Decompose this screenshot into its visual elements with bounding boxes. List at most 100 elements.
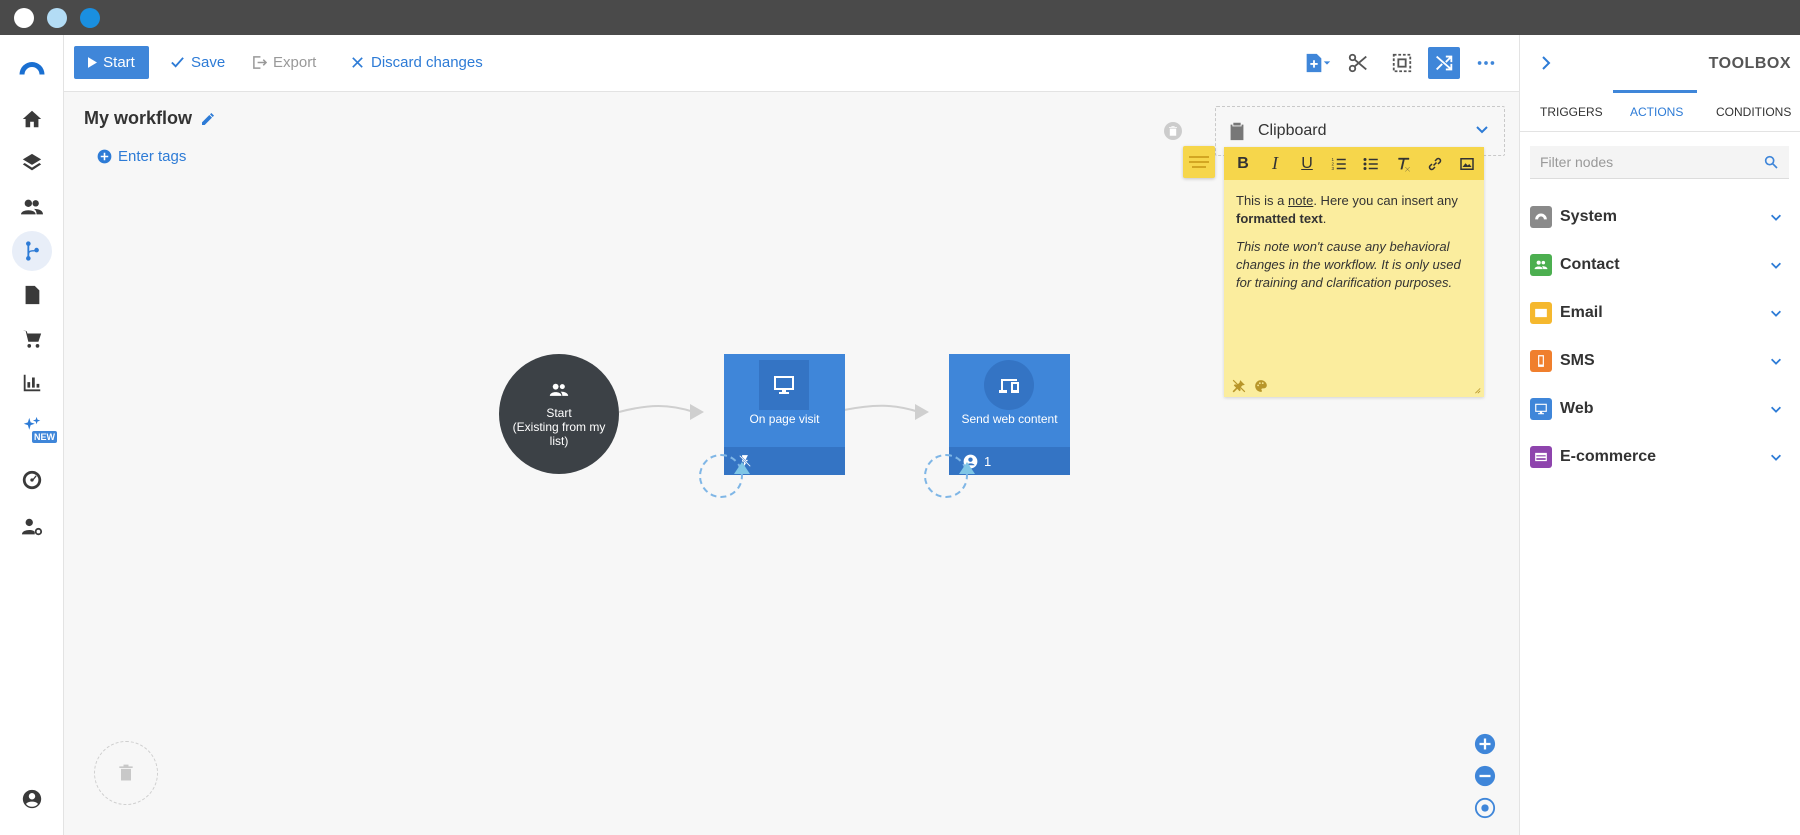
sticky-note[interactable]: B I U 123 This is a note. Here you can i… [1224, 147, 1484, 397]
discard-changes-button[interactable]: Discard changes [350, 46, 483, 79]
dashboard-gauge-icon[interactable] [12, 460, 52, 500]
tab-triggers[interactable]: TRIGGERS [1540, 92, 1603, 132]
add-circle-icon [97, 149, 112, 164]
contact-icon [1530, 254, 1552, 276]
chevron-down-icon[interactable] [1474, 121, 1490, 137]
note-text-mid: . Here you can insert any [1313, 193, 1458, 208]
category-email[interactable]: Email [1530, 298, 1789, 328]
on-page-visit-node[interactable]: On page visit [724, 354, 845, 475]
palette-icon[interactable] [1254, 379, 1268, 393]
devices-icon [999, 379, 1019, 393]
play-icon [88, 57, 98, 68]
link-icon[interactable] [1422, 151, 1448, 177]
tab-conditions[interactable]: CONDITIONS [1716, 92, 1791, 132]
credit-card-icon [1530, 446, 1552, 468]
contacts-icon[interactable] [12, 187, 52, 227]
add-note-dropdown-icon[interactable] [1320, 47, 1334, 79]
start-button[interactable]: Start [74, 46, 149, 79]
export-button[interactable]: Export [252, 46, 316, 79]
toolbox-tabs: TRIGGERS ACTIONS CONDITIONS [1520, 90, 1800, 132]
start-node-line2: (Existing from my [512, 420, 606, 434]
group-icon [549, 383, 569, 396]
account-icon[interactable] [12, 779, 52, 819]
export-icon [253, 56, 267, 69]
workflow-title-text: My workflow [84, 108, 193, 128]
category-system[interactable]: System [1530, 202, 1789, 232]
category-label: Contact [1560, 256, 1620, 273]
svg-text:3: 3 [1332, 166, 1335, 171]
workflow-title: My workflow [84, 108, 216, 129]
check-icon [171, 57, 184, 68]
window-close-dot[interactable] [14, 8, 34, 28]
bold-icon[interactable]: B [1230, 151, 1256, 177]
category-sms[interactable]: SMS [1530, 346, 1789, 376]
image-icon[interactable] [1454, 151, 1480, 177]
zoom-out-icon[interactable] [1474, 765, 1496, 787]
underline-icon[interactable]: U [1294, 151, 1320, 177]
select-area-icon[interactable] [1386, 47, 1418, 79]
home-icon[interactable] [12, 99, 52, 139]
chevron-down-icon [1771, 358, 1781, 365]
pin-off-icon[interactable] [1232, 379, 1246, 393]
save-button-label: Save [191, 54, 226, 71]
chevron-down-icon [1771, 262, 1781, 269]
ai-sparkles-icon[interactable]: NEW [12, 407, 57, 447]
user-settings-icon[interactable] [12, 507, 52, 547]
window-maximize-dot[interactable] [80, 8, 100, 28]
window-titlebar [0, 0, 1800, 35]
contact-count: 1 [984, 453, 992, 469]
start-node[interactable]: Start (Existing from my list) [499, 354, 619, 474]
layers-icon[interactable] [12, 143, 52, 183]
search-icon[interactable] [1763, 154, 1779, 170]
note-delete-icon[interactable] [1164, 122, 1182, 140]
more-options-icon[interactable] [1470, 47, 1502, 79]
node-icon-bg [759, 360, 809, 410]
category-web[interactable]: Web [1530, 394, 1789, 424]
sms-phone-icon [1530, 350, 1552, 372]
workflow-canvas[interactable]: My workflow Enter tags Clipboard Start (… [64, 92, 1519, 835]
send-web-content-node[interactable]: Send web content 1 [949, 354, 1070, 475]
italic-icon[interactable]: I [1262, 151, 1288, 177]
note-italic-text: This note won't cause any behavioral cha… [1236, 239, 1461, 290]
discard-changes-label: Discard changes [371, 54, 483, 71]
window-minimize-dot[interactable] [47, 8, 67, 28]
trash-icon [119, 764, 133, 781]
on-page-visit-label: On page visit [749, 412, 820, 426]
send-web-content-label: Send web content [961, 412, 1058, 426]
category-label: E-commerce [1560, 448, 1657, 465]
clipboard-label: Clipboard [1258, 122, 1327, 139]
center-view-icon[interactable] [1474, 797, 1496, 819]
enter-tags-button[interactable]: Enter tags [97, 148, 186, 165]
analytics-icon[interactable] [12, 363, 52, 403]
save-button[interactable]: Save [170, 46, 225, 79]
workflows-icon[interactable] [12, 231, 52, 271]
zoom-in-icon[interactable] [1474, 733, 1496, 755]
documents-icon[interactable] [12, 275, 52, 315]
edit-pencil-icon[interactable] [200, 111, 216, 127]
toolbox-title: TOOLBOX [1708, 55, 1791, 72]
loop-indicator [924, 454, 968, 498]
category-ecommerce[interactable]: E-commerce [1530, 442, 1789, 472]
top-toolbar: Start Save Export Discard changes [64, 35, 1519, 92]
logo-icon[interactable] [12, 47, 52, 87]
note-handle-icon[interactable] [1183, 146, 1215, 178]
chevron-down-icon [1771, 406, 1781, 413]
note-text-pre: This is a [1236, 193, 1289, 208]
export-button-label: Export [273, 54, 317, 71]
clipboard-icon [1230, 122, 1244, 141]
note-content[interactable]: This is a note. Here you can insert any … [1224, 180, 1484, 314]
filter-nodes-input[interactable] [1530, 146, 1789, 179]
chevron-right-icon[interactable] [1538, 55, 1554, 71]
bullet-list-icon[interactable] [1358, 151, 1384, 177]
clear-formatting-icon[interactable] [1390, 151, 1416, 177]
start-node-line1: Start [546, 406, 572, 420]
close-icon [352, 57, 363, 68]
category-contact[interactable]: Contact [1530, 250, 1789, 280]
trash-dropzone[interactable] [94, 741, 158, 805]
shuffle-layout-icon[interactable] [1428, 47, 1460, 79]
resize-handle-icon[interactable] [1473, 386, 1481, 394]
cart-icon[interactable] [12, 319, 52, 359]
tab-actions[interactable]: ACTIONS [1630, 92, 1683, 132]
ordered-list-icon[interactable]: 123 [1326, 151, 1352, 177]
scissors-icon[interactable] [1342, 47, 1374, 79]
